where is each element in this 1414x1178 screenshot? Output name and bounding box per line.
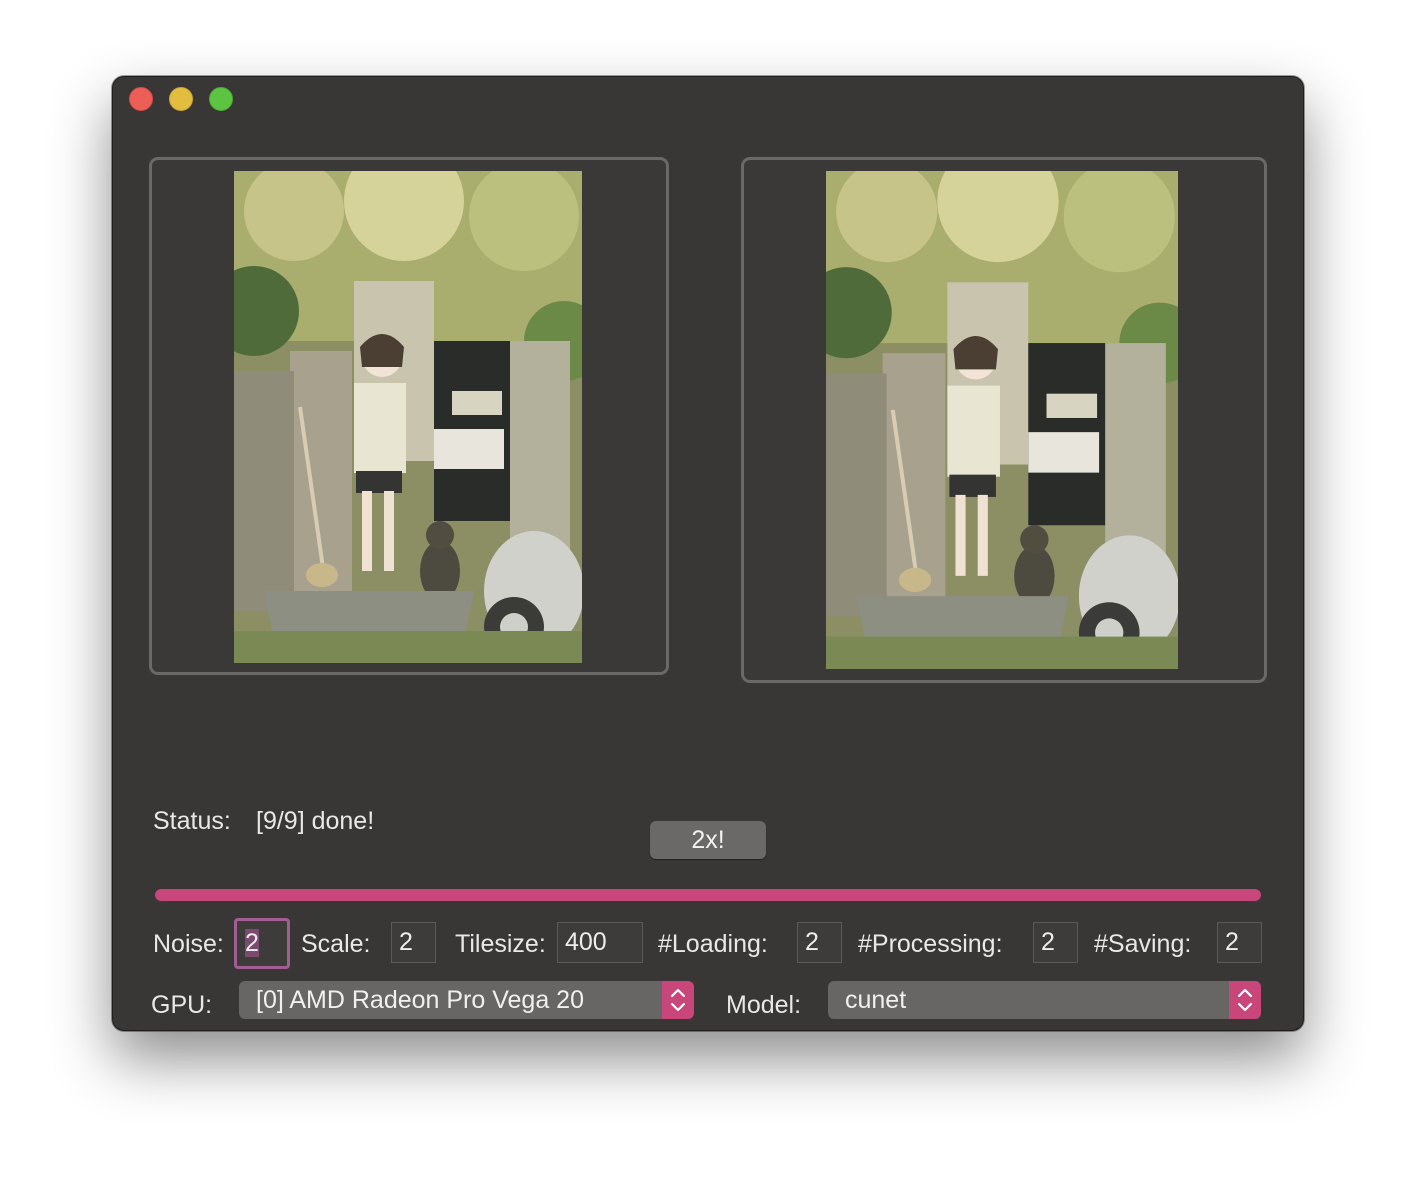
saving-label: #Saving: — [1094, 930, 1192, 958]
model-selected-value: cunet — [845, 986, 907, 1014]
zoom-window-button[interactable] — [209, 87, 233, 111]
processing-input[interactable]: 2 — [1033, 922, 1078, 963]
updown-chevron-icon[interactable] — [1229, 981, 1261, 1019]
noise-label: Noise: — [153, 930, 224, 958]
output-image-frame[interactable] — [741, 157, 1267, 683]
output-image-preview — [826, 171, 1178, 669]
model-select[interactable]: cunet — [828, 981, 1261, 1019]
minimize-window-button[interactable] — [169, 87, 193, 111]
gpu-select[interactable]: [0] AMD Radeon Pro Vega 20 — [239, 981, 694, 1019]
status-value: [9/9] done! — [256, 807, 375, 835]
progress-bar — [155, 889, 1261, 901]
noise-value: 2 — [245, 929, 259, 957]
app-window: Status: [9/9] done! 2x! Noise: 2 Scale: … — [112, 76, 1304, 1031]
processing-label: #Processing: — [858, 930, 1003, 958]
close-window-button[interactable] — [129, 87, 153, 111]
noise-input[interactable]: 2 — [234, 918, 290, 969]
gpu-selected-value: [0] AMD Radeon Pro Vega 20 — [256, 986, 584, 1014]
gpu-label: GPU: — [151, 991, 213, 1019]
tilesize-label: Tilesize: — [455, 930, 546, 958]
scale-label: Scale: — [301, 930, 371, 958]
upscale-button[interactable]: 2x! — [650, 821, 766, 859]
model-label: Model: — [726, 991, 802, 1019]
status-label: Status: — [153, 807, 231, 835]
input-image-frame[interactable] — [149, 157, 669, 675]
tilesize-input[interactable]: 400 — [557, 922, 643, 963]
updown-chevron-icon[interactable] — [662, 981, 694, 1019]
input-image-preview — [234, 171, 582, 663]
scale-input[interactable]: 2 — [391, 922, 436, 963]
loading-label: #Loading: — [658, 930, 768, 958]
loading-input[interactable]: 2 — [797, 922, 842, 963]
progress-bar-fill — [155, 889, 1261, 901]
saving-input[interactable]: 2 — [1217, 922, 1262, 963]
